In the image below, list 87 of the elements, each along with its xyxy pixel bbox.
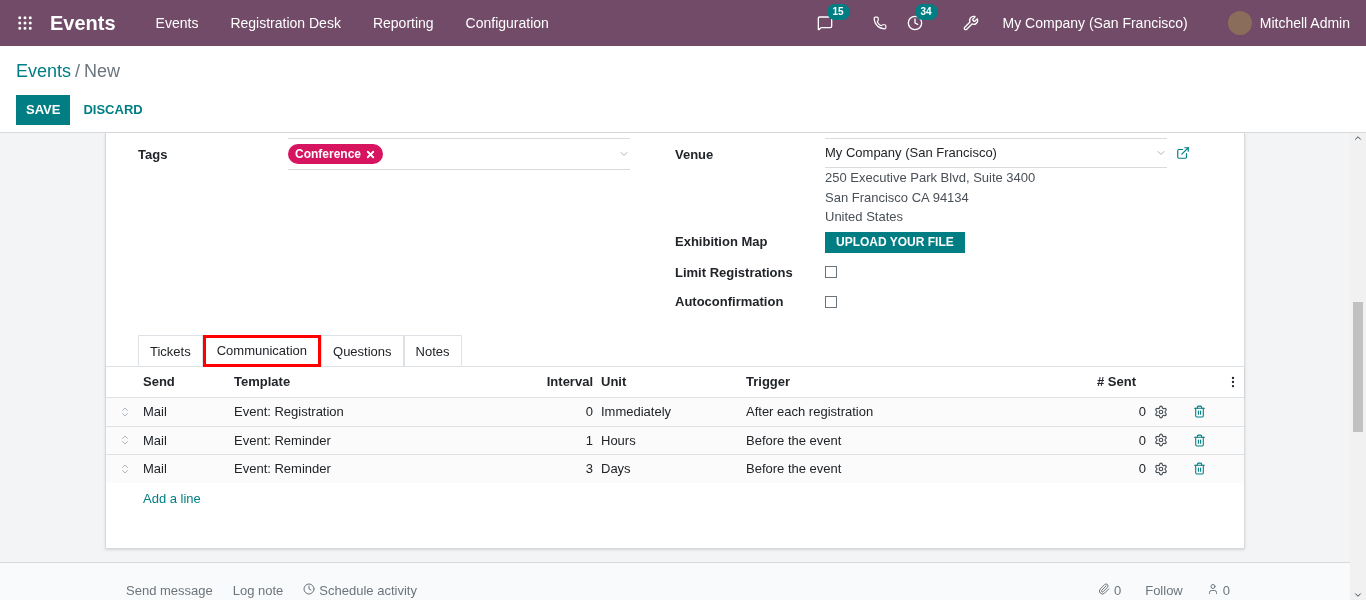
table-cell-text: After each registration [746, 403, 875, 421]
scrollbar[interactable] [1350, 133, 1366, 600]
scrollbar-thumb[interactable] [1353, 301, 1363, 432]
table-cell-text: Before the event [746, 460, 843, 478]
menu-item[interactable]: Registration Desk [214, 12, 357, 34]
table-cell-text: Immediately [600, 403, 673, 421]
table-row[interactable]: Mail Event: Reminder 3 Days Before the event 0 [106, 454, 1244, 483]
column-header[interactable]: Template [234, 372, 454, 392]
add-line-link[interactable]: Add a line [143, 488, 201, 508]
table-cell-text: Event: Reminder [234, 431, 332, 450]
activity-count-badge: 34 [914, 4, 938, 20]
tab[interactable]: Tickets [138, 335, 203, 367]
gears-icon[interactable] [1154, 433, 1168, 448]
table-cell-text: 0 [1137, 460, 1146, 478]
field-label: Tags [138, 146, 169, 164]
field-label: Limit Registrations [675, 263, 794, 282]
field-label: Venue [675, 146, 715, 164]
tab[interactable]: Questions [321, 335, 404, 367]
avatar [1227, 11, 1252, 35]
remove-icon[interactable] [365, 148, 377, 160]
table-cell-text: Mail [143, 460, 168, 478]
external-link-icon[interactable] [1176, 146, 1190, 160]
table-cell-text: Event: Reminder [234, 460, 332, 478]
app-name[interactable]: Events [50, 8, 116, 38]
column-header[interactable]: Trigger [746, 372, 946, 392]
company-switcher[interactable]: My Company (San Francisco) [1002, 12, 1188, 34]
phone-icon[interactable] [872, 16, 887, 30]
tab[interactable]: Notes [403, 335, 462, 367]
follow-button[interactable]: Follow [1145, 580, 1183, 600]
breadcrumb-current: New [84, 60, 121, 83]
breadcrumb-link[interactable]: Events [16, 58, 72, 85]
field-label: Exhibition Map [675, 233, 769, 252]
breadcrumb-separator: / [75, 60, 81, 83]
address-line: United States [825, 208, 905, 226]
delete-icon[interactable] [1193, 433, 1206, 447]
chatter-action[interactable]: Log note [232, 580, 284, 600]
tag[interactable]: Conference [288, 144, 384, 164]
table-cell-text: 0 [584, 403, 593, 421]
table-row[interactable]: Mail Event: Reminder 1 Hours Before the event 0 [106, 425, 1244, 454]
table-cell-text: Before the event [746, 431, 843, 450]
tab[interactable]: Communication [202, 335, 322, 367]
table-cell-text: Event: Registration [234, 403, 345, 421]
column-header[interactable]: # Sent [946, 372, 1136, 392]
menu-item[interactable]: Configuration [449, 12, 565, 34]
gears-icon[interactable] [1154, 404, 1168, 419]
table-cell-text: 3 [584, 460, 593, 478]
message-count-badge: 15 [826, 4, 850, 20]
tools-icon[interactable] [962, 15, 979, 31]
messages-icon[interactable] [816, 15, 833, 31]
checkbox[interactable] [825, 266, 837, 279]
delete-icon[interactable] [1193, 405, 1206, 419]
column-header[interactable]: Unit [593, 372, 746, 392]
menu-item[interactable]: Events [139, 12, 215, 34]
discard-button[interactable]: DISCARD [70, 95, 156, 125]
table-row[interactable]: Mail Event: Registration 0 Immediately After each registration 0 [106, 397, 1244, 426]
activities-icon[interactable] [906, 15, 923, 31]
clock-icon [303, 582, 316, 595]
gears-icon[interactable] [1154, 461, 1168, 476]
scroll-down-icon[interactable] [1353, 590, 1363, 600]
apps-menu-icon[interactable] [16, 14, 34, 32]
table-cell-text: Mail [143, 403, 168, 421]
column-header[interactable]: Send [143, 372, 234, 392]
address-line: San Francisco CA 94134 [825, 188, 970, 207]
delete-icon[interactable] [1193, 462, 1206, 476]
save-button[interactable]: SAVE [16, 95, 71, 125]
venue-field[interactable]: My Company (San Francisco) [825, 138, 1167, 168]
column-header[interactable]: Interval [454, 372, 593, 392]
attachment-count: 0 [1113, 581, 1122, 600]
chatter-action[interactable]: Schedule activity [319, 580, 417, 600]
address-line: 250 Executive Park Blvd, Suite 3400 [825, 169, 1037, 187]
follower-count: 0 [1222, 581, 1230, 600]
upload-button[interactable]: UPLOAD YOUR FILE [825, 231, 965, 253]
chatter-action[interactable]: Send message [126, 580, 213, 600]
attachment-icon[interactable] [1097, 582, 1110, 595]
menu-item[interactable]: Reporting [356, 12, 450, 34]
checkbox[interactable] [825, 295, 837, 308]
field-label: Autoconfirmation [675, 293, 785, 311]
table-cell-text: Mail [143, 431, 168, 450]
table-cell-text: Hours [600, 431, 637, 450]
table-cell-text: 0 [1137, 431, 1146, 450]
scroll-up-icon[interactable] [1353, 133, 1363, 143]
table-cell-text: Days [600, 460, 632, 478]
table-cell-text: 1 [584, 431, 593, 450]
user-menu[interactable]: Mitchell Admin [1259, 12, 1350, 34]
followers-icon[interactable] [1206, 582, 1219, 595]
tags-field[interactable]: Conference [288, 138, 630, 170]
table-cell-text: 0 [1137, 403, 1146, 421]
